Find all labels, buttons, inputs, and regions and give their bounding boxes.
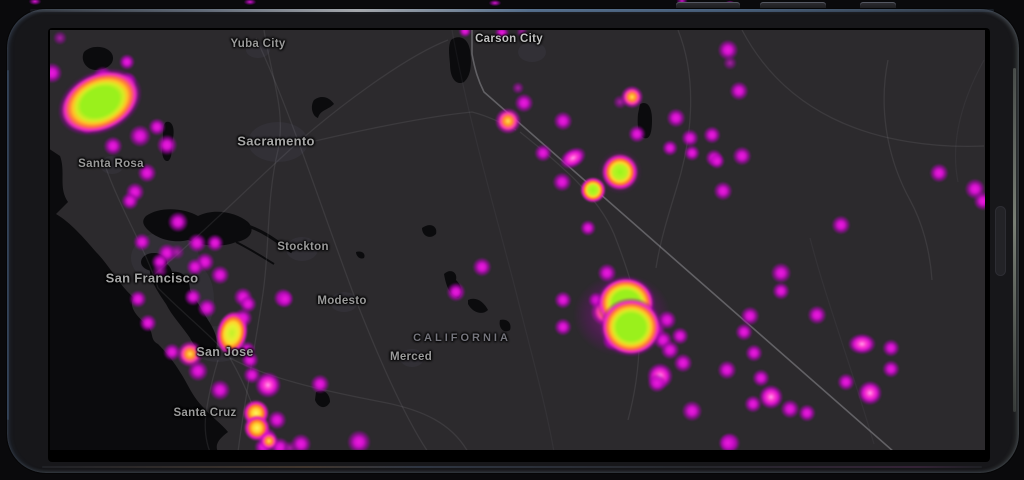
background-heat-sliver (487, 0, 503, 7)
phone-screen: Yuba City Carson City Sacramento Santa Rosa… (48, 28, 990, 462)
map-label-yuba-city: Yuba City (230, 38, 286, 50)
map-label-stockton: Stockton (277, 241, 329, 253)
map-label-merced: Merced (389, 351, 433, 363)
map-label-santa-cruz: Santa Cruz (173, 407, 237, 419)
map-label-california: CALIFORNIA (413, 332, 511, 344)
background-heat-sliver (242, 0, 258, 6)
map-labels-layer: Yuba City Carson City Sacramento Santa Rosa… (50, 30, 985, 450)
background-heat-sliver (27, 0, 43, 6)
phone-bottom-rail (42, 466, 982, 468)
map-label-san-francisco: San Francisco (105, 270, 199, 286)
phone-left-rail (7, 70, 9, 420)
fingerprint-sensor (995, 206, 1006, 276)
phone-right-rail (1013, 68, 1016, 412)
map-label-santa-rosa: Santa Rosa (78, 158, 144, 170)
map-viewport[interactable]: Yuba City Carson City Sacramento Santa Rosa… (50, 30, 985, 450)
map-canvas[interactable]: Yuba City Carson City Sacramento Santa Rosa… (50, 30, 985, 450)
map-label-sacramento: Sacramento (237, 133, 315, 149)
map-label-modesto: Modesto (317, 295, 367, 307)
phone-top-rail (30, 9, 994, 12)
map-label-carson-city: Carson City (475, 33, 543, 45)
map-label-san-jose: San Jose (196, 345, 254, 359)
stage: Yuba City Carson City Sacramento Santa Rosa… (0, 0, 1024, 480)
